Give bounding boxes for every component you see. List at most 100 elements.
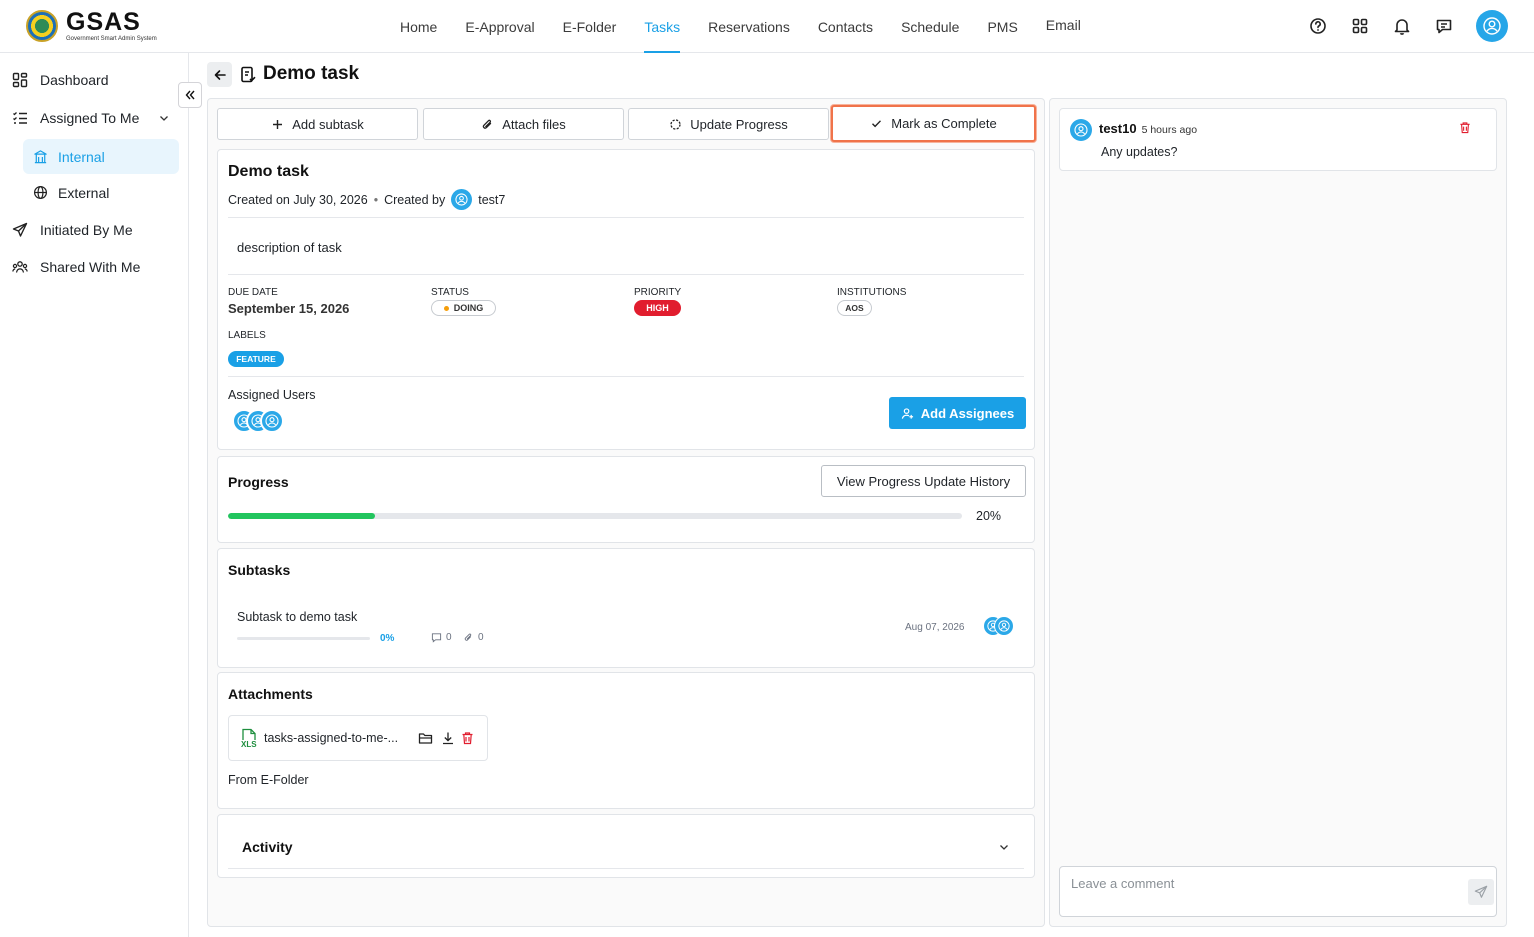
subtask-row[interactable]: Subtask to demo task 0% 0 0 Aug 07, 2026 bbox=[228, 597, 1026, 653]
activity-card[interactable]: Activity bbox=[217, 814, 1035, 878]
comment-count-text: 0 bbox=[446, 632, 452, 643]
view-progress-history-button[interactable]: View Progress Update History bbox=[821, 465, 1026, 497]
sidebar-item-external[interactable]: External bbox=[23, 175, 179, 210]
attachment-file-name: tasks-assigned-to-me-... bbox=[264, 731, 399, 745]
assigned-users-avatars[interactable] bbox=[232, 409, 284, 433]
sidebar-item-label: Assigned To Me bbox=[40, 110, 140, 126]
collapse-sidebar-button[interactable] bbox=[178, 82, 202, 108]
file-type-text: XLS bbox=[241, 740, 257, 749]
sidebar-item-label: Dashboard bbox=[40, 72, 109, 88]
nav-reservations[interactable]: Reservations bbox=[694, 0, 804, 53]
dashboard-icon bbox=[12, 72, 28, 88]
user-icon bbox=[265, 414, 279, 428]
attach-files-label: Attach files bbox=[502, 116, 566, 132]
sidebar-item-label: Initiated By Me bbox=[40, 222, 133, 238]
progress-title: Progress bbox=[228, 474, 289, 490]
creator-avatar bbox=[451, 189, 473, 210]
institutions-label: INSTITUTIONS bbox=[837, 287, 907, 298]
nav-contacts[interactable]: Contacts bbox=[804, 0, 887, 53]
nav-schedule[interactable]: Schedule bbox=[887, 0, 973, 53]
priority-label: PRIORITY bbox=[634, 287, 682, 298]
created-on-text: Created on July 30, 2026 bbox=[228, 192, 368, 207]
attachment-count-text: 0 bbox=[478, 632, 484, 643]
comment-text: Any updates? bbox=[1101, 145, 1178, 159]
status-text: DOING bbox=[453, 303, 484, 313]
subtask-progress-text: 0% bbox=[380, 633, 395, 644]
progress-bar-fill bbox=[228, 513, 375, 519]
building-icon bbox=[34, 150, 47, 164]
add-subtask-label: Add subtask bbox=[292, 116, 364, 132]
progress-bar bbox=[228, 513, 962, 519]
nav-e-approval[interactable]: E-Approval bbox=[451, 0, 548, 53]
update-progress-button[interactable]: Update Progress bbox=[628, 108, 829, 140]
plus-icon bbox=[273, 119, 283, 129]
delete-comment-icon[interactable] bbox=[1459, 121, 1471, 134]
nav-pms[interactable]: PMS bbox=[973, 0, 1031, 53]
subtask-progress-bar bbox=[237, 637, 370, 640]
divider bbox=[228, 274, 1024, 275]
chevron-down-icon[interactable] bbox=[158, 112, 170, 124]
chevron-down-icon[interactable] bbox=[998, 841, 1010, 853]
apps-grid-icon[interactable] bbox=[1350, 16, 1370, 36]
help-icon[interactable] bbox=[1308, 16, 1328, 36]
user-avatar-icon[interactable] bbox=[1476, 10, 1508, 42]
comment-time: 5 hours ago bbox=[1141, 124, 1198, 136]
check-icon bbox=[872, 120, 882, 128]
sidebar-item-initiated-by-me[interactable]: Initiated By Me bbox=[12, 222, 133, 238]
checklist-icon bbox=[13, 112, 27, 124]
subtasks-card: Subtasks Subtask to demo task 0% 0 0 Aug… bbox=[217, 548, 1035, 668]
message-icon[interactable] bbox=[1434, 16, 1454, 36]
labels-label: LABELS bbox=[228, 330, 266, 341]
divider bbox=[228, 217, 1024, 218]
sidebar-item-dashboard[interactable]: Dashboard bbox=[12, 72, 109, 88]
attach-files-button[interactable]: Attach files bbox=[423, 108, 624, 140]
activity-title: Activity bbox=[242, 839, 293, 855]
sidebar: Dashboard Assigned To Me Internal Extern… bbox=[0, 53, 189, 937]
open-folder-icon[interactable] bbox=[418, 731, 433, 745]
attachment-item[interactable]: XLS tasks-assigned-to-me-... bbox=[228, 715, 488, 761]
progress-percent: 20% bbox=[976, 509, 1002, 523]
subtask-attachment-count: 0 bbox=[463, 632, 484, 643]
subtask-comment-count: 0 bbox=[431, 632, 452, 643]
sidebar-item-shared-with-me[interactable]: Shared With Me bbox=[12, 259, 140, 275]
comment-item: test10 5 hours ago Any updates? bbox=[1059, 108, 1497, 171]
send-icon bbox=[12, 222, 28, 237]
status-label: STATUS bbox=[431, 287, 469, 298]
user-icon bbox=[998, 620, 1010, 632]
user-icon bbox=[1074, 123, 1088, 137]
nav-e-folder[interactable]: E-Folder bbox=[549, 0, 631, 53]
add-assignees-button[interactable]: Add Assignees bbox=[889, 397, 1026, 429]
priority-badge: HIGH bbox=[634, 300, 681, 316]
nav-home[interactable]: Home bbox=[386, 0, 451, 53]
paperclip-icon bbox=[483, 119, 492, 129]
add-subtask-button[interactable]: Add subtask bbox=[217, 108, 418, 140]
page-title: Demo task bbox=[240, 63, 359, 85]
subtask-assignee-avatar bbox=[994, 616, 1014, 636]
progress-card: Progress View Progress Update History 20… bbox=[217, 456, 1035, 543]
sidebar-item-assigned-to-me[interactable]: Assigned To Me bbox=[12, 110, 170, 126]
xls-file-icon: XLS bbox=[240, 728, 258, 750]
back-button[interactable] bbox=[207, 62, 232, 87]
created-by-label: Created by bbox=[384, 192, 446, 207]
globe-icon bbox=[33, 185, 48, 200]
delete-icon[interactable] bbox=[461, 731, 474, 745]
sidebar-item-internal[interactable]: Internal bbox=[23, 139, 179, 174]
bell-icon[interactable] bbox=[1392, 16, 1412, 36]
main-nav: Home E-Approval E-Folder Tasks Reservati… bbox=[386, 0, 1095, 53]
nav-tasks[interactable]: Tasks bbox=[630, 0, 694, 53]
subtasks-title: Subtasks bbox=[228, 562, 291, 578]
send-comment-button[interactable] bbox=[1468, 879, 1494, 905]
government-seal-icon bbox=[26, 10, 58, 42]
comment-input[interactable] bbox=[1059, 866, 1497, 917]
nav-email[interactable]: Email bbox=[1032, 0, 1095, 51]
label-badge: FEATURE bbox=[228, 351, 284, 367]
task-description: description of task bbox=[237, 240, 342, 255]
download-icon[interactable] bbox=[441, 731, 455, 745]
subtask-due-date: Aug 07, 2026 bbox=[905, 622, 965, 633]
due-date-value: September 15, 2026 bbox=[228, 301, 350, 316]
institution-badge: AOS bbox=[837, 300, 872, 316]
divider bbox=[228, 868, 1024, 869]
app-logo[interactable]: GSAS Government Smart Admin System bbox=[26, 10, 157, 42]
assignee-avatar[interactable] bbox=[260, 409, 284, 433]
mark-as-complete-button[interactable]: Mark as Complete bbox=[831, 105, 1036, 142]
